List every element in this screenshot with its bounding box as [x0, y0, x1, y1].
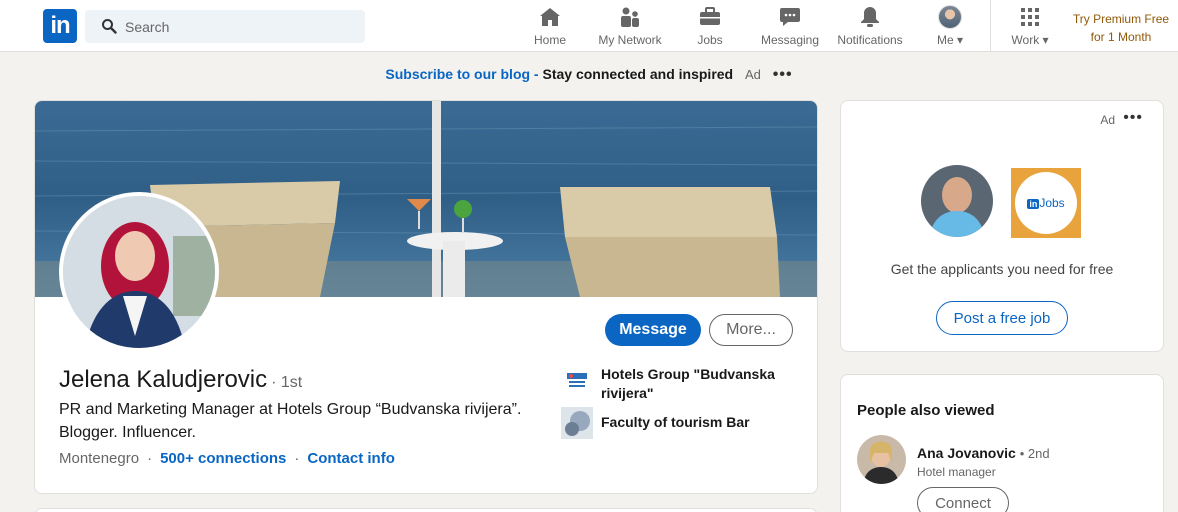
connect-button[interactable]: Connect [917, 487, 1009, 512]
nav-messaging-label: Messaging [760, 33, 820, 47]
nav-my-network-label: My Network [598, 33, 662, 47]
linkedin-logo[interactable]: in [43, 9, 77, 43]
profile-name: Jelena Kaludjerovic [59, 366, 268, 393]
more-button[interactable]: More... [709, 314, 793, 346]
nav-jobs-label: Jobs [697, 33, 723, 47]
avatar [938, 5, 962, 29]
ad-label: Ad [1100, 113, 1115, 127]
try-premium-link[interactable]: Try Premium Free for 1 Month [1068, 10, 1174, 46]
nav-work[interactable]: Work ▾ [1008, 5, 1052, 49]
separator: · [294, 450, 300, 467]
chevron-down-icon: ▾ [1042, 33, 1049, 47]
network-icon [621, 7, 639, 27]
experience-org-name: Hotels Group "Budvanska rivijera" [601, 366, 775, 401]
search-icon [102, 19, 117, 34]
advertiser-avatar [921, 165, 993, 237]
profile-location: Montenegro [59, 450, 140, 467]
ad-text: Get the applicants you need for free [890, 261, 1114, 277]
ad-label: Ad [745, 67, 761, 82]
nav-home-label: Home [533, 33, 566, 47]
profile-card: Message More... Jelena Kaludjerovic · 1st… [34, 100, 818, 494]
avatar[interactable] [857, 435, 906, 484]
nav-work-label: Work [1011, 33, 1040, 47]
connection-degree: · 1st [271, 374, 303, 391]
bell-icon [861, 7, 879, 27]
jobs-logo-text: Jobs [1039, 196, 1065, 210]
more-options-icon[interactable]: ••• [773, 66, 793, 83]
school-logo [561, 407, 593, 439]
grid-icon [1021, 8, 1039, 26]
nav-jobs[interactable]: Jobs [690, 5, 730, 49]
nav-me[interactable]: Me ▾ [930, 5, 970, 49]
ad-banner-link[interactable]: Subscribe to our blog - [385, 66, 538, 82]
nav-my-network[interactable]: My Network [596, 5, 664, 49]
nav-notifications-label: Notifications [837, 33, 903, 47]
briefcase-icon [700, 7, 720, 25]
connection-degree: • 2nd [1019, 446, 1050, 461]
nav-notifications[interactable]: Notifications [836, 5, 904, 49]
top-nav: in Home My Network Jobs Messaging Notifi… [0, 0, 1178, 52]
profile-headline: PR and Marketing Manager at Hotels Group… [59, 401, 522, 441]
person-name[interactable]: Ana Jovanovic [917, 445, 1016, 461]
person-role: Hotel manager [917, 465, 996, 479]
nav-divider [990, 0, 991, 52]
home-icon [540, 8, 560, 26]
separator: · [147, 450, 153, 467]
chevron-down-icon: ▾ [956, 33, 964, 47]
post-free-job-button[interactable]: Post a free job [936, 301, 1068, 335]
search-box[interactable] [85, 10, 365, 43]
more-options-icon[interactable]: ••• [1123, 109, 1143, 127]
linkedin-jobs-logo: in Jobs [1011, 168, 1081, 238]
nav-me-label: Me [936, 33, 954, 47]
linkedin-logo: in [1027, 199, 1040, 209]
people-also-viewed-card: People also viewed Ana Jovanovic • 2nd H… [840, 374, 1164, 512]
nav-messaging[interactable]: Messaging [760, 5, 820, 49]
messaging-icon [780, 8, 800, 26]
connections-link[interactable]: 500+ connections [160, 450, 286, 467]
contact-info-link[interactable]: Contact info [307, 450, 395, 467]
ad-banner-text[interactable]: Stay connected and inspired [543, 66, 734, 82]
message-button[interactable]: Message [605, 314, 701, 346]
search-input[interactable] [125, 10, 355, 43]
profile-photo[interactable] [59, 192, 219, 352]
hotels-group-logo [561, 365, 593, 397]
education-org-name: Faculty of tourism Bar [601, 414, 750, 430]
nav-home[interactable]: Home [530, 5, 570, 49]
next-section-card [34, 508, 818, 512]
ad-card: Ad ••• in Jobs Get the applicants you nee… [840, 100, 1164, 352]
section-title: People also viewed [857, 402, 995, 419]
ad-banner: Subscribe to our blog - Stay connected a… [0, 66, 1178, 84]
